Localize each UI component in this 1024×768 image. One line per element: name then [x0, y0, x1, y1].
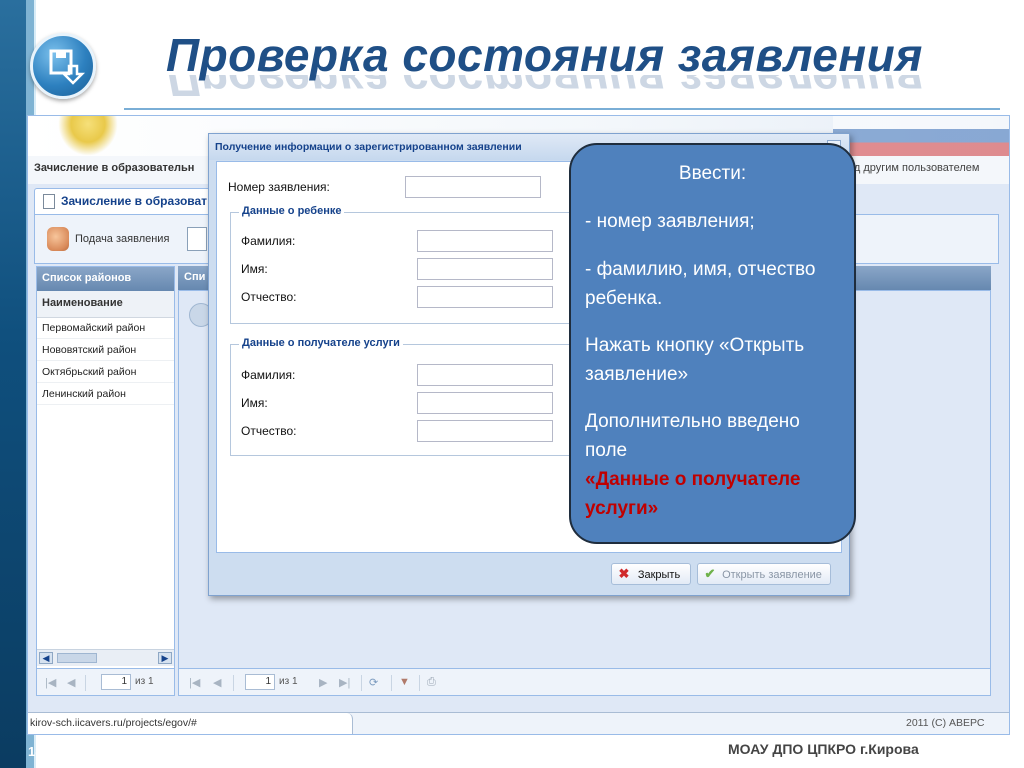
scroll-left-icon[interactable]: ◀	[39, 652, 53, 664]
open-application-button-label: Открыть заявление	[722, 569, 822, 581]
recipient-data-legend: Данные о получателе услуги	[239, 337, 403, 349]
child-last-name-input[interactable]	[417, 230, 553, 252]
close-button[interactable]: ✖ Закрыть	[611, 563, 691, 585]
slide-title: Проверка состояния заявления	[166, 29, 923, 81]
pager-separator	[391, 675, 392, 691]
recipient-last-name-label: Фамилия:	[241, 368, 296, 382]
child-patronymic-label: Отчество:	[241, 290, 297, 304]
next-page-icon[interactable]: ▶	[319, 676, 327, 689]
tab-enrollment-label: Зачисление в образоват	[61, 194, 208, 208]
title-divider	[124, 108, 1000, 110]
districts-panel-header: Список районов	[37, 267, 174, 291]
slide-title-reflection: Проверка состояния заявления	[166, 75, 923, 106]
child-patronymic-input[interactable]	[417, 286, 553, 308]
recipient-first-name-label: Имя:	[241, 396, 268, 410]
districts-pager: |◀ ◀ 1 из 1	[36, 668, 175, 696]
child-last-name-label: Фамилия:	[241, 234, 296, 248]
status-url: kirov-sch.iicavers.ru/projects/egov/#	[28, 713, 353, 734]
submit-application-button[interactable]: Подача заявления	[75, 233, 169, 245]
applications-pager: |◀ ◀ 1 из 1 ▶ ▶| ⟳ ▼ ⎙	[178, 668, 991, 696]
pager-separator	[233, 675, 234, 691]
first-page-icon[interactable]: |◀	[45, 676, 56, 689]
callout-line-button: Нажать кнопку «Открыть заявление»	[585, 335, 805, 385]
horizontal-scrollbar[interactable]: ◀ ▶	[37, 649, 174, 666]
callout-line-number: - номер заявления;	[585, 211, 755, 232]
document-icon	[43, 194, 55, 209]
callout-additional-text: Дополнительно введено поле	[585, 411, 800, 461]
list-item[interactable]: Ленинский район	[37, 383, 174, 405]
page-number-input[interactable]: 1	[101, 674, 131, 690]
copyright: 2011 (C) АВЕРС	[906, 717, 985, 729]
open-application-button[interactable]: ✔ Открыть заявление	[697, 563, 831, 585]
callout-line-additional: Дополнительно введено поле «Данные о пол…	[585, 407, 847, 523]
check-icon: ✔	[704, 566, 716, 581]
districts-column-header[interactable]: Наименование	[37, 291, 174, 318]
page-count-label: из 1	[279, 676, 298, 687]
list-icon[interactable]	[187, 227, 207, 251]
status-bar: kirov-sch.iicavers.ru/projects/egov/# 20…	[28, 712, 1009, 734]
hand-icon[interactable]	[47, 227, 69, 251]
prev-page-icon[interactable]: ◀	[213, 676, 221, 689]
child-data-legend: Данные о ребенке	[239, 205, 345, 217]
slide-number: 18	[28, 744, 43, 759]
callout-highlight: «Данные о получателе услуги»	[585, 469, 801, 519]
application-number-input[interactable]	[405, 176, 541, 198]
districts-column-label: Наименование	[42, 297, 123, 309]
pager-separator	[361, 675, 362, 691]
recipient-last-name-input[interactable]	[417, 364, 553, 386]
first-page-icon[interactable]: |◀	[189, 676, 200, 689]
child-first-name-label: Имя:	[241, 262, 268, 276]
app-header-title: Зачисление в образовательн	[34, 162, 195, 174]
recipient-first-name-input[interactable]	[417, 392, 553, 414]
coat-of-arms-icon	[58, 116, 118, 156]
list-item[interactable]: Октябрьский район	[37, 361, 174, 383]
applications-panel-title: Спи	[184, 271, 206, 283]
pager-separator	[419, 675, 420, 691]
page-count-label: из 1	[135, 676, 154, 687]
prev-page-icon[interactable]: ◀	[67, 676, 75, 689]
districts-panel: Список районов Наименование Первомайский…	[36, 266, 175, 696]
dialog-title: Получение информации о зарегистрированно…	[215, 141, 522, 153]
recipient-patronymic-input[interactable]	[417, 420, 553, 442]
save-download-icon	[30, 33, 96, 99]
scroll-thumb[interactable]	[57, 653, 97, 663]
close-x-icon: ✖	[618, 566, 630, 581]
child-first-name-input[interactable]	[417, 258, 553, 280]
application-number-label: Номер заявления:	[228, 180, 330, 194]
recipient-patronymic-label: Отчество:	[241, 424, 297, 438]
districts-panel-title: Список районов	[42, 272, 132, 284]
instruction-callout: Ввести: - номер заявления; - фамилию, им…	[569, 143, 856, 544]
refresh-icon[interactable]: ⟳	[369, 676, 378, 689]
slide-left-bar	[0, 0, 26, 768]
flag-map-icon	[833, 116, 1009, 156]
print-icon[interactable]: ⎙	[427, 676, 436, 689]
scroll-right-icon[interactable]: ▶	[158, 652, 172, 664]
list-item[interactable]: Первомайский район	[37, 317, 174, 339]
tab-enrollment[interactable]: Зачисление в образоват	[34, 188, 214, 214]
list-item[interactable]: Нововятский район	[37, 339, 174, 361]
page-number-input[interactable]: 1	[245, 674, 275, 690]
pager-separator	[85, 675, 86, 691]
login-as-other-user-link[interactable]: од другим пользователем	[848, 162, 979, 174]
callout-line-name: - фамилию, имя, отчество ребенка.	[585, 259, 816, 309]
callout-heading: Ввести:	[678, 163, 747, 184]
filter-icon[interactable]: ▼	[399, 676, 410, 688]
footer-organization: МОАУ ДПО ЦПКРО г.Кирова	[728, 741, 919, 757]
last-page-icon[interactable]: ▶|	[339, 676, 350, 689]
close-button-label: Закрыть	[637, 569, 681, 581]
